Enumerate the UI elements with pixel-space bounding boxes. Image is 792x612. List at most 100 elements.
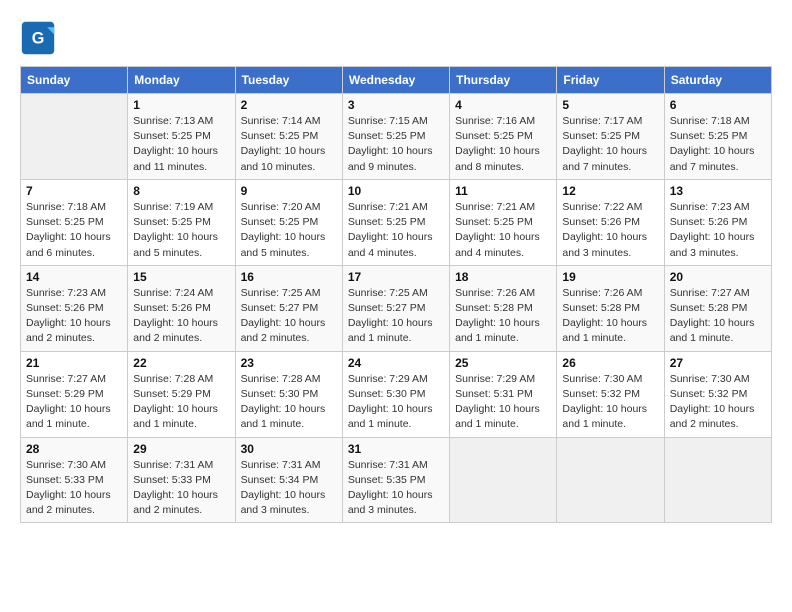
day-number: 4 — [455, 98, 551, 112]
day-cell: 26 Sunrise: 7:30 AM Sunset: 5:32 PM Dayli… — [557, 351, 664, 437]
day-detail: Sunrise: 7:26 AM Sunset: 5:28 PM Dayligh… — [455, 286, 551, 347]
day-detail: Sunrise: 7:22 AM Sunset: 5:26 PM Dayligh… — [562, 200, 658, 261]
header-friday: Friday — [557, 67, 664, 94]
day-cell: 5 Sunrise: 7:17 AM Sunset: 5:25 PM Daylig… — [557, 94, 664, 180]
day-cell — [664, 437, 771, 523]
day-number: 19 — [562, 270, 658, 284]
day-cell: 27Sunrise: 7:30 AM Sunset: 5:32 PM Dayli… — [664, 351, 771, 437]
day-detail: Sunrise: 7:18 AM Sunset: 5:25 PM Dayligh… — [26, 200, 122, 261]
day-detail: Sunrise: 7:24 AM Sunset: 5:26 PM Dayligh… — [133, 286, 229, 347]
day-number: 12 — [562, 184, 658, 198]
day-cell: 21 Sunrise: 7:27 AM Sunset: 5:29 PM Dayli… — [21, 351, 128, 437]
day-detail: Sunrise: 7:14 AM Sunset: 5:25 PM Dayligh… — [241, 114, 337, 175]
day-number: 5 — [562, 98, 658, 112]
day-number: 13 — [670, 184, 766, 198]
day-cell: 11 Sunrise: 7:21 AM Sunset: 5:25 PM Dayli… — [450, 179, 557, 265]
day-cell: 28 Sunrise: 7:30 AM Sunset: 5:33 PM Dayli… — [21, 437, 128, 523]
day-number: 26 — [562, 356, 658, 370]
day-cell: 15 Sunrise: 7:24 AM Sunset: 5:26 PM Dayli… — [128, 265, 235, 351]
day-detail: Sunrise: 7:25 AM Sunset: 5:27 PM Dayligh… — [241, 286, 337, 347]
calendar-table: SundayMondayTuesdayWednesdayThursdayFrid… — [20, 66, 772, 523]
day-number: 14 — [26, 270, 122, 284]
day-detail: Sunrise: 7:31 AM Sunset: 5:33 PM Dayligh… — [133, 458, 229, 519]
day-number: 22 — [133, 356, 229, 370]
logo: G — [20, 20, 60, 56]
day-cell: 18 Sunrise: 7:26 AM Sunset: 5:28 PM Dayli… — [450, 265, 557, 351]
day-number: 2 — [241, 98, 337, 112]
day-number: 24 — [348, 356, 444, 370]
day-cell: 25 Sunrise: 7:29 AM Sunset: 5:31 PM Dayli… — [450, 351, 557, 437]
day-detail: Sunrise: 7:25 AM Sunset: 5:27 PM Dayligh… — [348, 286, 444, 347]
day-detail: Sunrise: 7:21 AM Sunset: 5:25 PM Dayligh… — [455, 200, 551, 261]
day-cell: 23 Sunrise: 7:28 AM Sunset: 5:30 PM Dayli… — [235, 351, 342, 437]
day-detail: Sunrise: 7:17 AM Sunset: 5:25 PM Dayligh… — [562, 114, 658, 175]
day-detail: Sunrise: 7:29 AM Sunset: 5:31 PM Dayligh… — [455, 372, 551, 433]
day-detail: Sunrise: 7:28 AM Sunset: 5:29 PM Dayligh… — [133, 372, 229, 433]
day-number: 1 — [133, 98, 229, 112]
day-cell: 12 Sunrise: 7:22 AM Sunset: 5:26 PM Dayli… — [557, 179, 664, 265]
day-detail: Sunrise: 7:20 AM Sunset: 5:25 PM Dayligh… — [241, 200, 337, 261]
day-detail: Sunrise: 7:28 AM Sunset: 5:30 PM Dayligh… — [241, 372, 337, 433]
day-cell: 2 Sunrise: 7:14 AM Sunset: 5:25 PM Daylig… — [235, 94, 342, 180]
day-cell: 8Sunrise: 7:19 AM Sunset: 5:25 PM Daylig… — [128, 179, 235, 265]
day-cell: 9 Sunrise: 7:20 AM Sunset: 5:25 PM Daylig… — [235, 179, 342, 265]
day-cell: 6 Sunrise: 7:18 AM Sunset: 5:25 PM Daylig… — [664, 94, 771, 180]
day-cell: 16 Sunrise: 7:25 AM Sunset: 5:27 PM Dayli… — [235, 265, 342, 351]
day-cell: 4 Sunrise: 7:16 AM Sunset: 5:25 PM Daylig… — [450, 94, 557, 180]
day-number: 31 — [348, 442, 444, 456]
day-detail: Sunrise: 7:27 AM Sunset: 5:29 PM Dayligh… — [26, 372, 122, 433]
day-number: 8 — [133, 184, 229, 198]
day-number: 21 — [26, 356, 122, 370]
day-detail: Sunrise: 7:31 AM Sunset: 5:35 PM Dayligh… — [348, 458, 444, 519]
week-row-3: 14 Sunrise: 7:23 AM Sunset: 5:26 PM Dayli… — [21, 265, 772, 351]
day-detail: Sunrise: 7:31 AM Sunset: 5:34 PM Dayligh… — [241, 458, 337, 519]
day-number: 30 — [241, 442, 337, 456]
day-number: 16 — [241, 270, 337, 284]
day-number: 23 — [241, 356, 337, 370]
week-row-1: 1 Sunrise: 7:13 AM Sunset: 5:25 PM Daylig… — [21, 94, 772, 180]
day-number: 17 — [348, 270, 444, 284]
day-number: 11 — [455, 184, 551, 198]
header-wednesday: Wednesday — [342, 67, 449, 94]
day-number: 9 — [241, 184, 337, 198]
day-number: 25 — [455, 356, 551, 370]
day-detail: Sunrise: 7:27 AM Sunset: 5:28 PM Dayligh… — [670, 286, 766, 347]
day-detail: Sunrise: 7:30 AM Sunset: 5:32 PM Dayligh… — [670, 372, 766, 433]
day-cell: 19 Sunrise: 7:26 AM Sunset: 5:28 PM Dayli… — [557, 265, 664, 351]
header-saturday: Saturday — [664, 67, 771, 94]
day-detail: Sunrise: 7:30 AM Sunset: 5:33 PM Dayligh… — [26, 458, 122, 519]
day-detail: Sunrise: 7:23 AM Sunset: 5:26 PM Dayligh… — [26, 286, 122, 347]
week-row-4: 21 Sunrise: 7:27 AM Sunset: 5:29 PM Dayli… — [21, 351, 772, 437]
day-cell: 29 Sunrise: 7:31 AM Sunset: 5:33 PM Dayli… — [128, 437, 235, 523]
day-number: 6 — [670, 98, 766, 112]
header-tuesday: Tuesday — [235, 67, 342, 94]
day-detail: Sunrise: 7:15 AM Sunset: 5:25 PM Dayligh… — [348, 114, 444, 175]
day-detail: Sunrise: 7:13 AM Sunset: 5:25 PM Dayligh… — [133, 114, 229, 175]
day-detail: Sunrise: 7:30 AM Sunset: 5:32 PM Dayligh… — [562, 372, 658, 433]
day-cell: 10Sunrise: 7:21 AM Sunset: 5:25 PM Dayli… — [342, 179, 449, 265]
day-cell: 31 Sunrise: 7:31 AM Sunset: 5:35 PM Dayli… — [342, 437, 449, 523]
day-number: 7 — [26, 184, 122, 198]
day-cell: 30 Sunrise: 7:31 AM Sunset: 5:34 PM Dayli… — [235, 437, 342, 523]
day-cell — [450, 437, 557, 523]
page-header: G — [20, 20, 772, 56]
logo-icon: G — [20, 20, 56, 56]
day-detail: Sunrise: 7:16 AM Sunset: 5:25 PM Dayligh… — [455, 114, 551, 175]
week-row-2: 7 Sunrise: 7:18 AM Sunset: 5:25 PM Daylig… — [21, 179, 772, 265]
day-cell: 1 Sunrise: 7:13 AM Sunset: 5:25 PM Daylig… — [128, 94, 235, 180]
day-number: 29 — [133, 442, 229, 456]
day-cell — [21, 94, 128, 180]
day-number: 18 — [455, 270, 551, 284]
day-number: 10 — [348, 184, 444, 198]
day-cell: 7 Sunrise: 7:18 AM Sunset: 5:25 PM Daylig… — [21, 179, 128, 265]
day-detail: Sunrise: 7:26 AM Sunset: 5:28 PM Dayligh… — [562, 286, 658, 347]
calendar-header-row: SundayMondayTuesdayWednesdayThursdayFrid… — [21, 67, 772, 94]
day-number: 28 — [26, 442, 122, 456]
day-number: 15 — [133, 270, 229, 284]
header-thursday: Thursday — [450, 67, 557, 94]
day-cell: 24Sunrise: 7:29 AM Sunset: 5:30 PM Dayli… — [342, 351, 449, 437]
day-detail: Sunrise: 7:18 AM Sunset: 5:25 PM Dayligh… — [670, 114, 766, 175]
day-number: 3 — [348, 98, 444, 112]
day-cell: 17 Sunrise: 7:25 AM Sunset: 5:27 PM Dayli… — [342, 265, 449, 351]
svg-text:G: G — [32, 29, 45, 47]
